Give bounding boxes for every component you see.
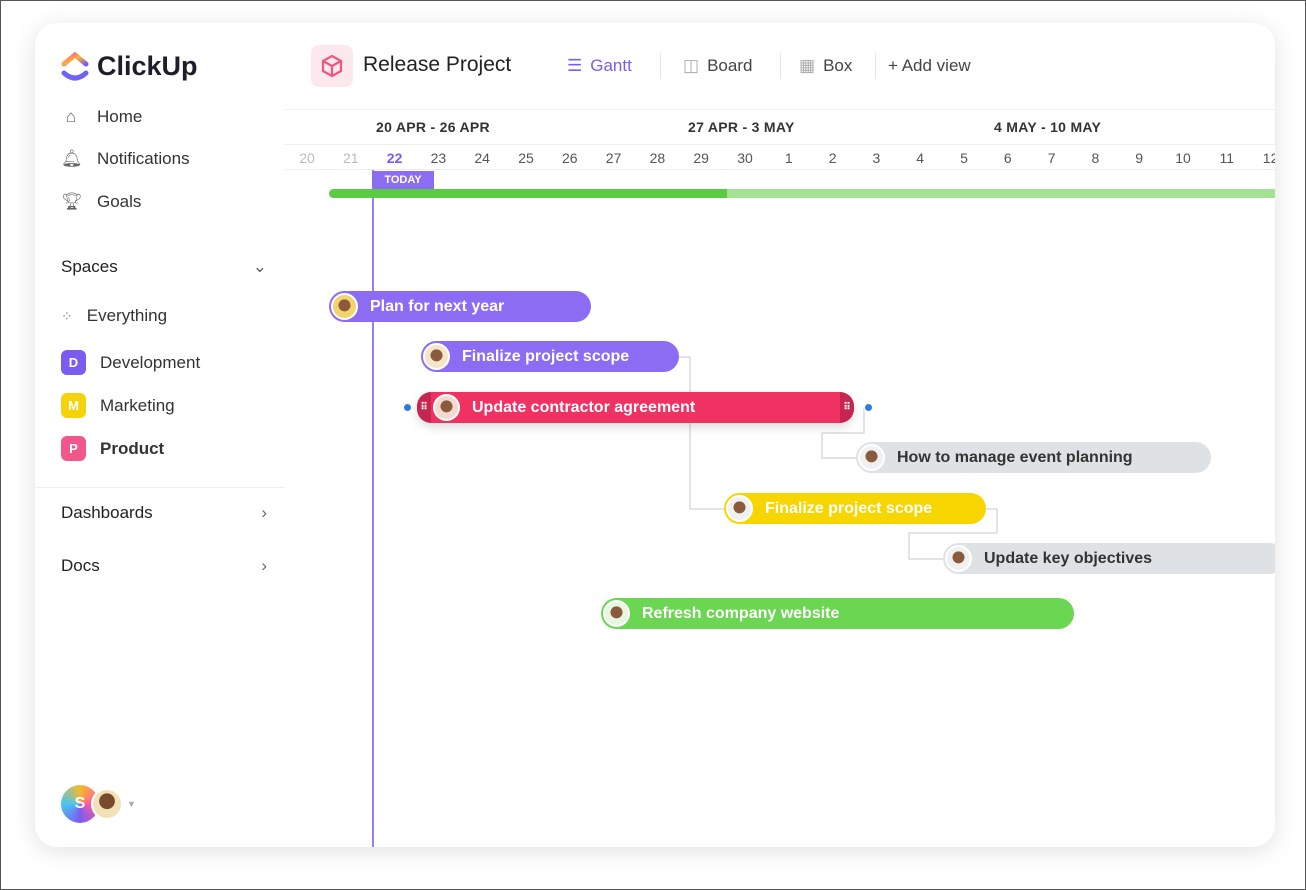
task-label: Finalize project scope xyxy=(462,347,630,365)
space-product[interactable]: P Product xyxy=(61,436,164,461)
app-window: ClickUp ⌂ Home 🔔︎ Notifications 🏆︎ Goals Sp… xyxy=(35,23,1275,847)
label: + Add view xyxy=(888,56,971,75)
sidebar-item-notifications[interactable]: 🔔︎ Notifications xyxy=(61,149,190,169)
chevron-right-icon: › xyxy=(261,556,267,575)
label: Product xyxy=(100,438,165,458)
assignee-avatar xyxy=(858,444,885,471)
add-view-button[interactable]: + Add view xyxy=(888,56,971,76)
label: Board xyxy=(707,56,753,75)
cube-icon xyxy=(311,45,353,87)
space-badge: D xyxy=(61,350,86,375)
trophy-icon: 🏆︎ xyxy=(61,192,83,211)
space-marketing[interactable]: M Marketing xyxy=(61,393,175,418)
assignee-avatar xyxy=(423,343,450,370)
task-label: Update contractor agreement xyxy=(472,398,696,416)
space-badge: P xyxy=(61,436,86,461)
tab-board[interactable]: ◫ Board xyxy=(683,56,752,76)
task-label: Update key objectives xyxy=(984,549,1153,567)
divider xyxy=(780,53,781,79)
home-icon: ⌂ xyxy=(65,107,77,126)
label: Gantt xyxy=(590,56,632,75)
board-icon: ◫ xyxy=(683,56,700,75)
label: Marketing xyxy=(100,395,175,415)
sidebar-item-goals[interactable]: 🏆︎ Goals xyxy=(61,192,141,212)
clickup-logo[interactable]: ClickUp xyxy=(61,51,198,82)
divider xyxy=(660,53,661,79)
grid-icon: ⁘ xyxy=(61,307,73,324)
caret-down-icon: ▼ xyxy=(127,799,136,809)
gantt-task-bar[interactable]: Plan for next year xyxy=(329,291,591,322)
divider xyxy=(35,487,285,488)
label: Goals xyxy=(97,192,142,211)
user-menu[interactable]: S ▼ xyxy=(61,785,136,823)
sidebar-item-everything[interactable]: ⁘ Everything xyxy=(61,306,167,326)
sidebar-item-dashboards[interactable]: Dashboards › xyxy=(61,503,267,523)
space-development[interactable]: D Development xyxy=(61,350,200,375)
gantt-task-bar[interactable]: How to manage event planning xyxy=(856,442,1211,473)
label: Notifications xyxy=(97,149,190,168)
tab-gantt[interactable]: ☰ Gantt xyxy=(567,56,632,76)
box-icon: ▦ xyxy=(799,56,816,75)
gantt-task-bar[interactable]: Finalize project scope xyxy=(421,341,679,372)
task-label: Finalize project scope xyxy=(765,499,933,517)
gantt-task-bar[interactable]: Update key objectives xyxy=(943,543,1275,574)
label: Dashboards xyxy=(61,503,153,522)
teammate-avatar xyxy=(91,788,123,820)
label: Box xyxy=(823,56,853,75)
bell-icon: 🔔︎ xyxy=(61,149,83,168)
label: Development xyxy=(100,352,201,372)
assignee-avatar xyxy=(331,293,358,320)
gantt-task-bar[interactable]: Refresh company website xyxy=(601,598,1074,629)
dependency-line xyxy=(679,356,724,510)
gantt-icon: ☰ xyxy=(567,56,583,75)
spaces-header[interactable]: Spaces ⌄ xyxy=(61,257,267,277)
task-label: Refresh company website xyxy=(642,604,840,622)
chevron-down-icon: ⌄ xyxy=(252,257,267,276)
sidebar-item-home[interactable]: ⌂ Home xyxy=(61,107,143,127)
sidebar-item-docs[interactable]: Docs › xyxy=(61,556,267,576)
task-label: Plan for next year xyxy=(370,297,505,315)
progress-bar xyxy=(329,189,1275,198)
label: Docs xyxy=(61,556,100,575)
tab-box[interactable]: ▦ Box xyxy=(799,56,852,76)
gantt-task-bar[interactable]: Finalize project scope xyxy=(724,493,986,524)
label: Everything xyxy=(86,306,168,325)
clickup-logo-icon xyxy=(61,51,89,80)
today-line xyxy=(372,170,374,847)
project-title: Release Project xyxy=(363,53,512,76)
today-tag: TODAY xyxy=(372,171,434,190)
chevron-right-icon: › xyxy=(261,503,267,522)
assignee-avatar xyxy=(433,394,460,421)
dependency-lines xyxy=(679,356,998,560)
assignee-avatar xyxy=(603,600,630,627)
space-badge: M xyxy=(61,393,86,418)
progress-fill xyxy=(329,189,728,198)
sidebar: ClickUp ⌂ Home 🔔︎ Notifications 🏆︎ Goals Sp… xyxy=(35,23,285,847)
app-name: ClickUp xyxy=(97,51,198,81)
dependency-dot[interactable] xyxy=(864,403,873,412)
spaces-label: Spaces xyxy=(61,257,118,276)
gantt-task-bar[interactable]: ⠿ Update contractor agreement ⠿ xyxy=(417,392,854,423)
assignee-avatar xyxy=(726,495,753,522)
assignee-avatar xyxy=(945,545,972,572)
gantt-timeline: 20 APR - 26 APR 27 APR - 3 MAY 4 MAY - 1… xyxy=(285,111,1275,847)
task-label: How to manage event planning xyxy=(897,448,1133,466)
label: Home xyxy=(97,107,143,126)
dependency-dot[interactable] xyxy=(403,403,412,412)
divider xyxy=(875,53,876,79)
view-header: Release Project ☰ Gantt ◫ Board ▦ Box + Add… xyxy=(285,23,1275,110)
